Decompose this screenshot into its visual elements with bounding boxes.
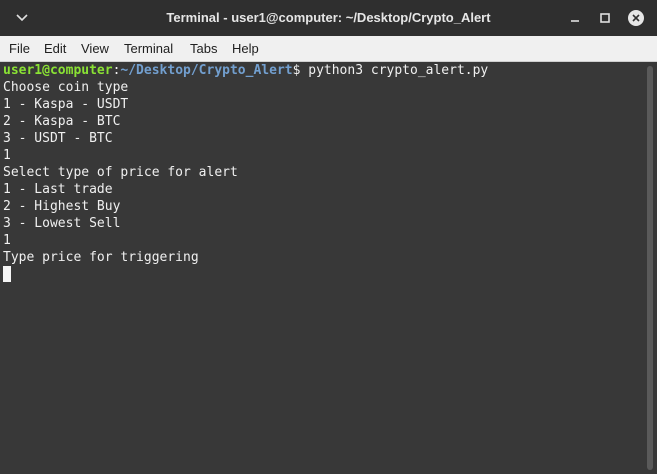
prompt-command: python3 crypto_alert.py — [300, 63, 489, 78]
prompt-path: ~/Desktop/Crypto_Alert — [120, 63, 293, 78]
menu-edit[interactable]: Edit — [44, 36, 66, 62]
output-line: 3 - Lowest Sell — [3, 216, 121, 231]
input-line[interactable] — [3, 266, 643, 283]
minimize-icon[interactable] — [566, 9, 584, 27]
output-line: 1 — [3, 148, 11, 163]
menu-terminal[interactable]: Terminal — [124, 36, 173, 62]
scrollbar-thumb[interactable] — [647, 66, 653, 470]
output-line: 3 - USDT - BTC — [3, 131, 113, 146]
output-line: 2 - Highest Buy — [3, 199, 121, 214]
output-line: 1 — [3, 233, 11, 248]
output-line: Type price for triggering — [3, 250, 199, 265]
window-title: Terminal - user1@computer: ~/Desktop/Cry… — [166, 10, 491, 25]
terminal-output[interactable]: user1@computer:~/Desktop/Crypto_Alert$ p… — [0, 62, 643, 474]
output-line: 1 - Last trade — [3, 182, 113, 197]
output-line: 1 - Kaspa - USDT — [3, 97, 129, 112]
menu-tabs[interactable]: Tabs — [190, 36, 217, 62]
maximize-icon[interactable] — [596, 9, 614, 27]
output-line: Choose coin type — [3, 80, 129, 95]
menu-bar: File Edit View Terminal Tabs Help — [0, 36, 657, 62]
prompt-line: user1@computer:~/Desktop/Crypto_Alert$ p… — [3, 62, 643, 79]
close-icon[interactable] — [627, 9, 645, 27]
title-bar[interactable]: Terminal - user1@computer: ~/Desktop/Cry… — [0, 0, 657, 36]
terminal-window: Terminal - user1@computer: ~/Desktop/Cry… — [0, 0, 657, 474]
menu-file[interactable]: File — [9, 36, 30, 62]
text-cursor — [3, 266, 11, 282]
output-line: Select type of price for alert — [3, 165, 238, 180]
output-line: 2 - Kaspa - BTC — [3, 114, 121, 129]
vertical-scrollbar[interactable] — [643, 62, 657, 474]
prompt-user-host: user1@computer — [3, 63, 113, 78]
menu-view[interactable]: View — [81, 36, 109, 62]
menu-help[interactable]: Help — [232, 36, 259, 62]
